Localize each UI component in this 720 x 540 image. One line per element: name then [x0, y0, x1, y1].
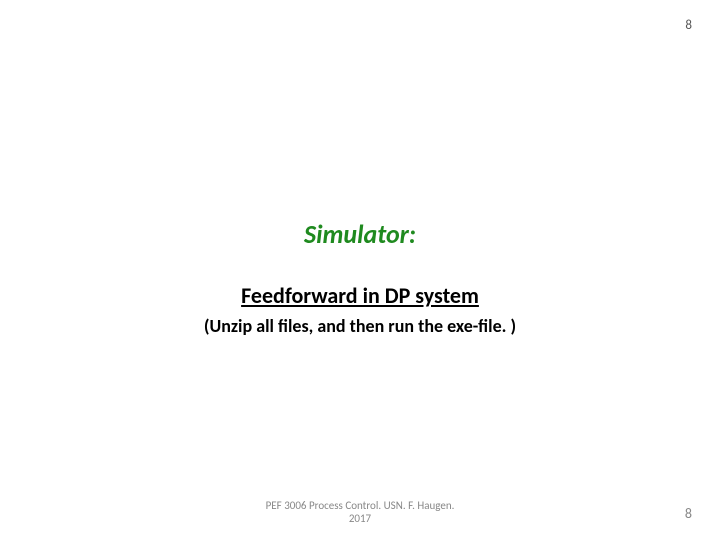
- page-number-top: 8: [685, 18, 692, 33]
- slide-content: Simulator: Feedforward in DP system (Unz…: [0, 218, 720, 337]
- instruction-text: (Unzip all files, and then run the exe-f…: [0, 315, 720, 337]
- page-number-bottom: 8: [685, 505, 692, 522]
- footer-line-1: PEF 3006 Process Control. USN. F. Haugen…: [266, 499, 455, 512]
- simulator-link[interactable]: Feedforward in DP system: [241, 282, 479, 309]
- footer-text: PEF 3006 Process Control. USN. F. Haugen…: [266, 499, 455, 527]
- slide-heading: Simulator:: [0, 218, 720, 250]
- footer-line-2: 2017: [349, 512, 371, 525]
